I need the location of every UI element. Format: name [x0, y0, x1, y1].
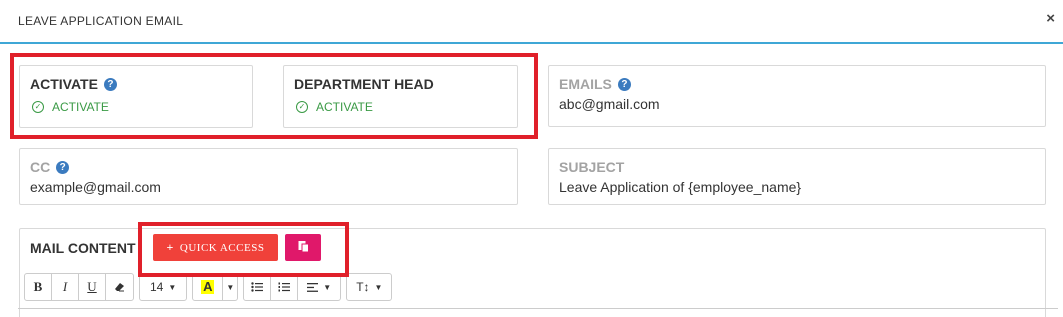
- emails-value[interactable]: abc@gmail.com: [559, 96, 660, 112]
- editor-area[interactable]: [18, 308, 1058, 317]
- eraser-icon: [114, 280, 125, 295]
- unordered-list-button[interactable]: [244, 274, 272, 300]
- cc-label-row: CC ?: [30, 159, 70, 175]
- modal-header: LEAVE APPLICATION EMAIL ×: [0, 0, 1063, 44]
- chevron-down-icon: ▼: [323, 282, 332, 292]
- text-color-letter: A: [201, 279, 215, 294]
- align-icon: [307, 280, 319, 295]
- line-height-dropdown[interactable]: T↕ ▼: [347, 274, 391, 300]
- chevron-down-icon: ▼: [374, 282, 383, 292]
- help-icon[interactable]: ?: [56, 160, 70, 174]
- chevron-down-icon: ▼: [226, 282, 235, 292]
- subject-field[interactable]: SUBJECT Leave Application of {employee_n…: [548, 148, 1046, 205]
- unordered-list-icon: [251, 280, 264, 295]
- bold-button[interactable]: B: [25, 274, 52, 300]
- text-height-icon: T↕: [356, 280, 370, 294]
- color-dropdown[interactable]: ▼: [223, 274, 237, 300]
- italic-button[interactable]: I: [52, 274, 79, 300]
- help-icon[interactable]: ?: [617, 77, 631, 91]
- font-size-group: 14 ▼: [139, 273, 188, 301]
- underline-button[interactable]: U: [79, 274, 106, 300]
- mail-content-label-row: MAIL CONTENT: [30, 240, 136, 256]
- cc-field[interactable]: CC ? example@gmail.com: [19, 148, 518, 205]
- close-icon[interactable]: ×: [1046, 11, 1055, 26]
- ordered-list-button[interactable]: [271, 274, 299, 300]
- font-size-dropdown[interactable]: 14 ▼: [140, 274, 186, 300]
- leave-application-email-modal: LEAVE APPLICATION EMAIL × ACTIVATE ? ✓ A…: [0, 0, 1063, 317]
- font-size-value: 14: [150, 280, 164, 294]
- paragraph-group: ▼: [243, 273, 342, 301]
- text-color-button[interactable]: A: [193, 274, 224, 300]
- highlight-box: [138, 222, 349, 277]
- mail-content-label: MAIL CONTENT: [30, 240, 136, 256]
- eraser-button[interactable]: [106, 274, 133, 300]
- cc-value[interactable]: example@gmail.com: [30, 179, 161, 195]
- highlight-box: [10, 53, 538, 139]
- color-group: A ▼: [192, 273, 239, 301]
- format-group: B I U: [24, 273, 134, 301]
- ordered-list-icon: [278, 280, 291, 295]
- cc-label: CC: [30, 159, 51, 175]
- subject-label-row: SUBJECT: [559, 159, 624, 175]
- editor-toolbar: B I U 14 ▼ A ▼ ▼ T↕ ▼: [24, 273, 397, 301]
- line-height-group: T↕ ▼: [346, 273, 393, 301]
- emails-label: EMAILS: [559, 76, 612, 92]
- emails-field[interactable]: EMAILS ? abc@gmail.com: [548, 65, 1046, 127]
- align-dropdown[interactable]: ▼: [298, 274, 340, 300]
- emails-label-row: EMAILS ?: [559, 76, 631, 92]
- subject-label: SUBJECT: [559, 159, 625, 175]
- subject-value[interactable]: Leave Application of {employee_name}: [559, 179, 801, 195]
- modal-title: LEAVE APPLICATION EMAIL: [18, 14, 184, 28]
- chevron-down-icon: ▼: [168, 282, 177, 292]
